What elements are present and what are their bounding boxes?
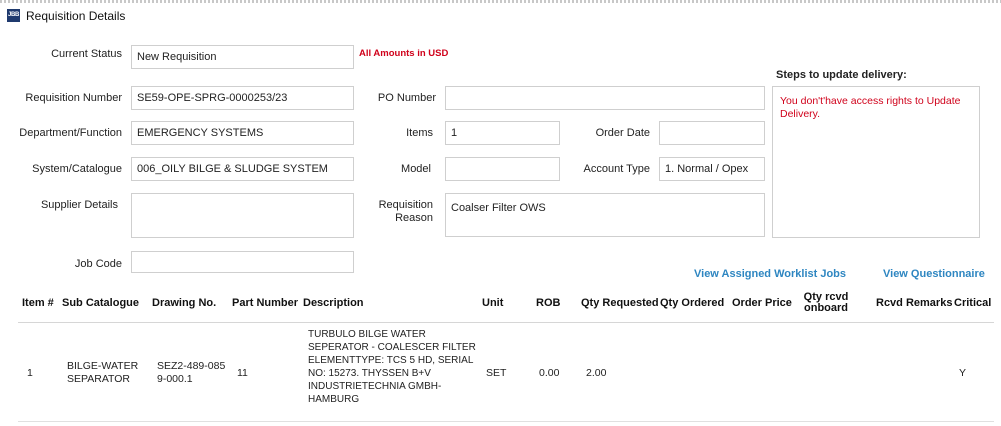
view-questionnaire-link[interactable]: View Questionnaire — [883, 268, 985, 280]
items-label: Items — [406, 127, 433, 139]
po-number-label: PO Number — [377, 92, 436, 104]
col-order-price: Order Price — [732, 297, 792, 309]
order-date-label: Order Date — [595, 127, 650, 139]
order-date-field[interactable] — [659, 121, 765, 145]
requisition-number-label: Requisition Number — [25, 92, 122, 104]
supplier-details-field[interactable] — [131, 193, 354, 238]
account-type-label: Account Type — [583, 163, 650, 175]
col-drawing-no: Drawing No. — [152, 297, 217, 309]
steps-title: Steps to update delivery: — [776, 69, 907, 81]
requisition-reason-label-line2: Reason — [395, 212, 433, 224]
amounts-currency-note: All Amounts in USD — [359, 48, 449, 59]
app-logo-icon: JBB — [7, 9, 20, 22]
items-table-header: Item # Sub Catalogue Drawing No. Part Nu… — [18, 288, 994, 323]
cell-rob: 0.00 — [539, 367, 560, 379]
cell-sub-catalogue: BILGE-WATER SEPARATOR — [67, 360, 139, 385]
requisition-reason-field[interactable]: Coalser Filter OWS — [445, 193, 765, 237]
col-part-number: Part Number — [232, 297, 299, 309]
col-rcvd-remarks: Rcvd Remarks — [876, 297, 953, 309]
col-description: Description — [303, 297, 364, 309]
view-worklist-jobs-link[interactable]: View Assigned Worklist Jobs — [694, 268, 846, 280]
supplier-details-label: Supplier Details — [40, 199, 118, 211]
cell-part-number: 11 — [237, 367, 248, 379]
items-field[interactable]: 1 — [445, 121, 560, 145]
cell-description: TURBULO BILGE WATER SEPERATOR - COALESCE… — [308, 329, 476, 405]
requisition-reason-label-line1: Requisition — [378, 199, 433, 211]
table-row[interactable]: 1 BILGE-WATER SEPARATOR SEZ2-489-085 9-0… — [18, 322, 994, 422]
col-unit: Unit — [482, 297, 504, 309]
col-qty-rcvd-onboard: Qty rcvd onboard — [803, 292, 849, 314]
cell-critical: Y — [959, 367, 967, 379]
window-titlebar: JBB Requisition Details — [0, 0, 1001, 32]
department-field[interactable]: EMERGENCY SYSTEMS — [131, 121, 354, 145]
steps-message-box: You don't'have access rights to Update D… — [772, 86, 980, 238]
job-code-label: Job Code — [74, 258, 122, 270]
current-status-label: Current Status — [51, 48, 122, 60]
current-status-field[interactable]: New Requisition — [131, 45, 354, 69]
titlebar-border — [0, 0, 1001, 3]
account-type-field[interactable]: 1. Normal / Opex — [659, 157, 765, 181]
cell-item: 1 — [27, 367, 33, 379]
window-title: Requisition Details — [26, 9, 126, 23]
system-catalogue-label: System/Catalogue — [32, 163, 122, 175]
cell-qty-requested: 2.00 — [586, 367, 607, 379]
requisition-reason-label: Requisition Reason — [360, 199, 433, 225]
cell-unit: SET — [486, 367, 507, 379]
col-critical: Critical — [954, 297, 992, 309]
cell-drawing-no: SEZ2-489-085 9-000.1 — [157, 360, 226, 385]
model-field[interactable] — [445, 157, 560, 181]
requisition-number-field[interactable]: SE59-OPE-SPRG-0000253/23 — [131, 86, 354, 110]
po-number-field[interactable] — [445, 86, 765, 110]
col-qty-requested: Qty Requested — [581, 297, 659, 309]
col-qty-rcvd-line2: onboard — [804, 302, 848, 314]
system-catalogue-field[interactable]: 006_OILY BILGE & SLUDGE SYSTEM — [131, 157, 354, 181]
col-item: Item # — [22, 297, 54, 309]
model-label: Model — [401, 163, 431, 175]
col-qty-ordered: Qty Ordered — [660, 297, 725, 309]
col-sub-catalogue: Sub Catalogue — [62, 297, 140, 309]
col-rob: ROB — [536, 297, 561, 309]
job-code-field[interactable] — [131, 251, 354, 273]
department-label: Department/Function — [19, 127, 122, 139]
